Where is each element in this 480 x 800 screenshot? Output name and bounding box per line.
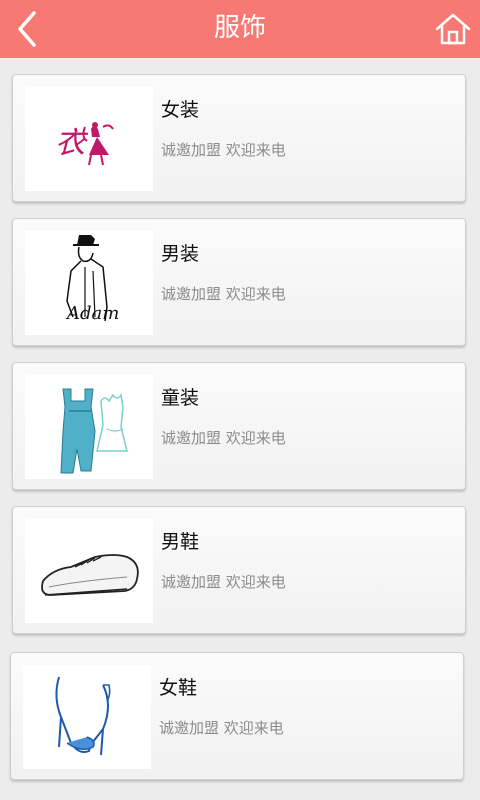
womens-clothing-logo-image: 衣	[55, 122, 114, 166]
item-description: 诚邀加盟 欢迎来电	[161, 285, 286, 303]
list-item-mens-clothing[interactable]: Adam 男装 诚邀加盟 欢迎来电	[12, 218, 466, 346]
item-thumbnail	[23, 665, 151, 769]
item-description: 诚邀加盟 欢迎来电	[161, 141, 286, 159]
category-list: 衣 女装 诚邀加盟 欢迎来电 Adam 男装 诚邀加盟 欢迎来电 童装 诚邀加盟…	[0, 58, 480, 800]
item-description: 诚邀加盟 欢迎来电	[161, 429, 286, 447]
item-thumbnail: Adam	[25, 231, 153, 335]
item-name: 女装	[161, 99, 200, 121]
item-name: 男鞋	[161, 531, 200, 553]
list-item-womens-shoes[interactable]: 女鞋 诚邀加盟 欢迎来电	[10, 652, 464, 780]
item-description: 诚邀加盟 欢迎来电	[159, 719, 284, 737]
list-item-kids-clothing[interactable]: 童装 诚邀加盟 欢迎来电	[12, 362, 466, 490]
svg-text:Adam: Adam	[65, 303, 119, 324]
item-thumbnail	[25, 375, 153, 479]
mens-clothing-sketch-image: Adam	[65, 235, 119, 324]
home-button[interactable]	[434, 11, 472, 47]
item-thumbnail	[25, 519, 153, 623]
header-bar: 服饰	[0, 0, 480, 58]
item-name: 童装	[161, 387, 200, 409]
item-description: 诚邀加盟 欢迎来电	[161, 573, 286, 591]
item-thumbnail: 衣	[25, 87, 153, 191]
womens-shoe-sketch-image	[55, 676, 111, 756]
item-name: 女鞋	[159, 677, 198, 699]
page-title: 服饰	[213, 13, 266, 43]
kids-clothing-sketch-image	[60, 388, 128, 474]
item-name: 男装	[161, 243, 200, 265]
list-item-mens-shoes[interactable]: 男鞋 诚邀加盟 欢迎来电	[12, 506, 466, 634]
list-item-womens-clothing[interactable]: 衣 女装 诚邀加盟 欢迎来电	[12, 74, 466, 202]
home-icon	[435, 13, 471, 45]
mens-shoe-sketch-image	[41, 554, 139, 596]
